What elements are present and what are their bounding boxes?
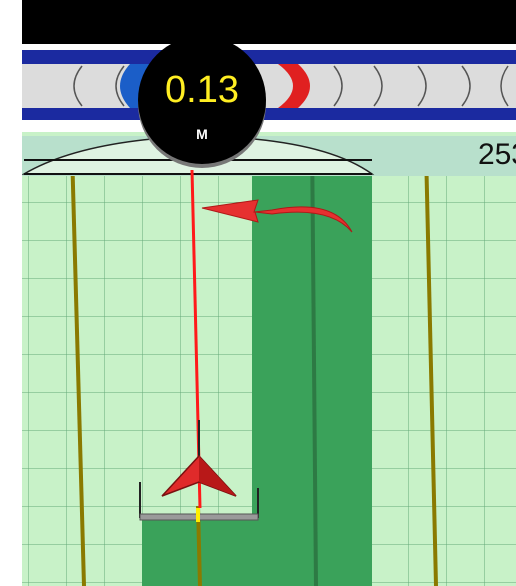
cross-track-error-gauge[interactable]: 0.13 M: [138, 36, 266, 164]
distance-readout: 253: [477, 138, 516, 171]
lightbar: [22, 44, 516, 132]
guidance-screen: 253 0.13 M: [22, 0, 516, 586]
cross-track-error-unit: M: [196, 126, 208, 142]
cross-track-error-value: 0.13: [165, 69, 239, 111]
coverage-strip: [142, 520, 262, 586]
